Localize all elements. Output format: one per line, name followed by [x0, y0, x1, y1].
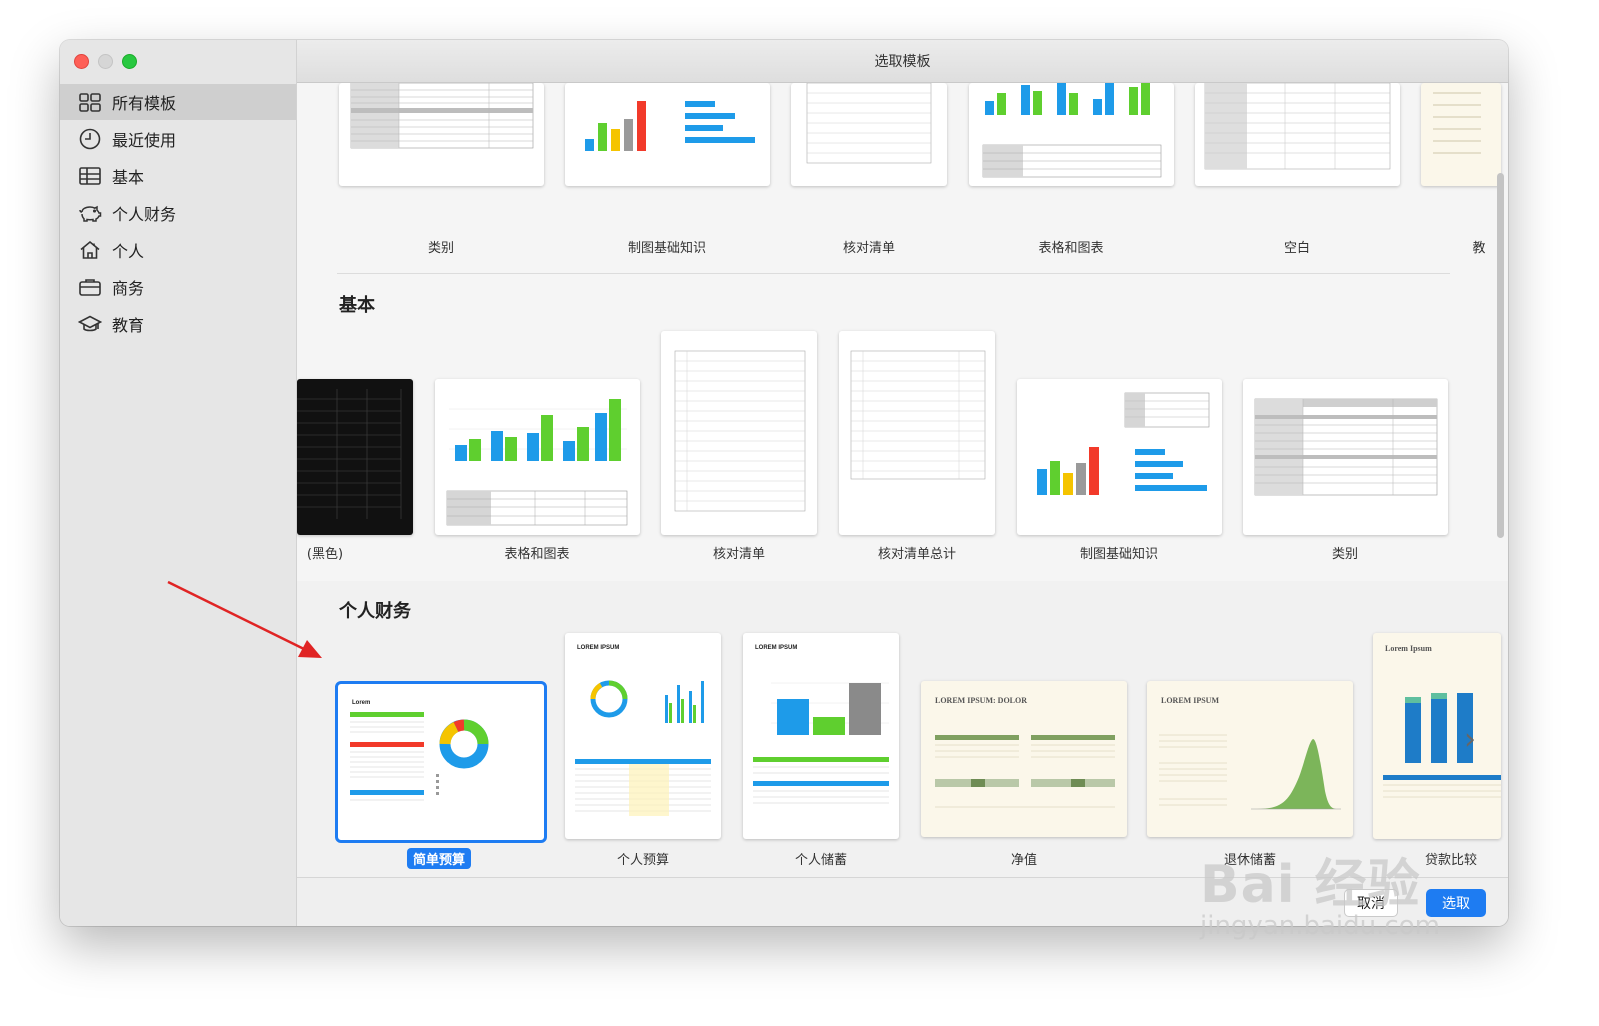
template-label: 净值	[1010, 853, 1038, 868]
charts-preview	[585, 101, 755, 151]
template-thumb-charting-basics-top[interactable]	[565, 83, 770, 186]
template-label: (黑色)	[306, 547, 344, 562]
template-thumb-category-top[interactable]	[339, 83, 544, 186]
template-thumb-category[interactable]	[1243, 379, 1448, 535]
template-thumb-net-worth[interactable]: LOREM IPSUM: DOLOR	[921, 681, 1127, 837]
sidebar-item-label: 商务	[112, 279, 145, 298]
dark-grid-preview	[297, 389, 402, 519]
template-label: 核对清单总计	[877, 547, 957, 562]
house-icon	[80, 240, 100, 259]
template-gallery[interactable]: 类别 制图基础知识 核对清单 表格和图表 空白 教 基本 (黑色) 表格和图表 …	[297, 83, 1508, 878]
thumb-title: LOREM IPSUM	[1161, 696, 1219, 705]
template-thumb-blank-top[interactable]	[1195, 83, 1400, 186]
minimize-window-button[interactable]	[98, 54, 113, 69]
template-thumb-charting-basics[interactable]	[1017, 379, 1222, 535]
template-label: 核对清单	[712, 547, 766, 562]
select-button[interactable]: 选取	[1426, 889, 1486, 917]
template-thumb-checklist[interactable]	[661, 331, 817, 535]
section-title-basic: 基本	[339, 295, 375, 316]
sidebar-item-business[interactable]: 商务	[60, 269, 296, 305]
sidebar-item-label: 个人财务	[112, 205, 177, 224]
template-label: 空白	[1283, 241, 1311, 256]
net-worth-preview: LOREM IPSUM: DOLOR	[935, 696, 1115, 808]
thumb-title: Lorem	[352, 700, 370, 706]
template-thumb-tables-charts-top[interactable]	[969, 83, 1174, 186]
blank-grid-preview	[1204, 83, 1391, 170]
template-thumb-retirement-savings[interactable]: LOREM IPSUM	[1147, 681, 1353, 837]
briefcase-icon	[79, 279, 101, 296]
cancel-button[interactable]: 取消	[1344, 889, 1398, 917]
template-label: 退休储蓄	[1223, 853, 1277, 868]
window-controls	[74, 54, 137, 69]
template-label: 教	[1472, 241, 1486, 256]
template-label: 核对清单	[842, 241, 896, 256]
thumb-title: LOREM IPSUM	[755, 645, 797, 651]
section-title-personal-finance: 个人财务	[339, 601, 411, 622]
checklist-preview	[850, 350, 986, 480]
charts-preview	[1037, 392, 1210, 495]
template-label: 表格和图表	[504, 547, 570, 562]
chevron-right-icon: ›	[1464, 721, 1476, 757]
thumb-title: LOREM IPSUM: DOLOR	[935, 696, 1027, 705]
sidebar-item-label: 基本	[112, 168, 145, 187]
piggy-bank-icon	[79, 205, 102, 222]
template-thumb-personal-savings[interactable]: LOREM IPSUM	[743, 633, 899, 839]
table-preview	[1254, 398, 1438, 496]
section-divider	[337, 273, 1450, 274]
template-label: 表格和图表	[1038, 241, 1104, 256]
sidebar-item-label: 所有模板	[112, 94, 177, 113]
document-preview	[1433, 92, 1481, 154]
template-label: 个人预算	[616, 853, 670, 868]
grid-icon	[79, 93, 101, 112]
savings-preview: LOREM IPSUM	[753, 645, 889, 804]
template-thumb-black[interactable]	[297, 379, 413, 535]
sidebar-item-all-templates[interactable]: 所有模板	[60, 84, 296, 120]
close-window-button[interactable]	[74, 54, 89, 69]
table-icon	[79, 167, 101, 185]
charts-preview	[982, 83, 1162, 178]
budget-preview: Lorem	[350, 700, 489, 801]
retirement-preview: LOREM IPSUM	[1159, 696, 1341, 810]
checklist-preview	[806, 83, 932, 164]
template-thumb-personal-budget[interactable]: LOREM IPSUM	[565, 633, 721, 839]
sidebar-item-recent[interactable]: 最近使用	[60, 121, 296, 157]
dialog-footer: 取消 选取	[297, 877, 1508, 926]
table-preview	[350, 83, 534, 149]
sidebar-item-label: 个人	[112, 242, 145, 261]
template-thumb-tables-charts[interactable]	[435, 379, 640, 535]
template-thumb-checklist-top[interactable]	[791, 83, 947, 186]
vertical-scrollbar[interactable]	[1497, 173, 1504, 538]
template-thumb-checklist-total[interactable]	[839, 331, 995, 535]
template-thumb-simple-budget[interactable]: Lorem	[335, 681, 547, 843]
scroll-right-button[interactable]: ›	[1455, 719, 1485, 759]
graduation-cap-icon	[78, 315, 102, 332]
template-label: 个人储蓄	[794, 853, 848, 868]
sidebar-item-personal-finance[interactable]: 个人财务	[60, 195, 296, 231]
clock-icon	[79, 128, 101, 150]
window-title-bar: 选取模板	[297, 40, 1508, 83]
sidebar: 所有模板 最近使用 基本 个人财务 个人 商务 教育	[60, 40, 297, 926]
charts-preview	[446, 399, 628, 526]
sidebar-nav: 所有模板 最近使用 基本 个人财务 个人 商务 教育	[60, 84, 296, 343]
template-label-selected: 简单预算	[406, 848, 472, 869]
template-thumb-education-top[interactable]	[1421, 83, 1501, 186]
template-label: 类别	[427, 241, 455, 256]
sidebar-item-basic[interactable]: 基本	[60, 158, 296, 194]
template-label: 制图基础知识	[627, 241, 707, 256]
sidebar-item-label: 教育	[112, 316, 145, 335]
zoom-window-button[interactable]	[122, 54, 137, 69]
template-chooser-window: 所有模板 最近使用 基本 个人财务 个人 商务 教育 选取模板 类别 制图基础知…	[60, 40, 1508, 926]
thumb-title: Lorem Ipsum	[1385, 644, 1432, 653]
sidebar-item-education[interactable]: 教育	[60, 306, 296, 342]
thumb-title: LOREM IPSUM	[577, 645, 619, 651]
checklist-preview	[674, 350, 806, 512]
budget-preview: LOREM IPSUM	[575, 645, 711, 816]
template-label: 制图基础知识	[1079, 547, 1159, 562]
sidebar-item-label: 最近使用	[112, 131, 177, 150]
template-label: 类别	[1331, 547, 1359, 562]
sidebar-item-personal[interactable]: 个人	[60, 232, 296, 268]
window-title: 选取模板	[874, 54, 931, 70]
template-label: 贷款比较	[1424, 853, 1478, 868]
